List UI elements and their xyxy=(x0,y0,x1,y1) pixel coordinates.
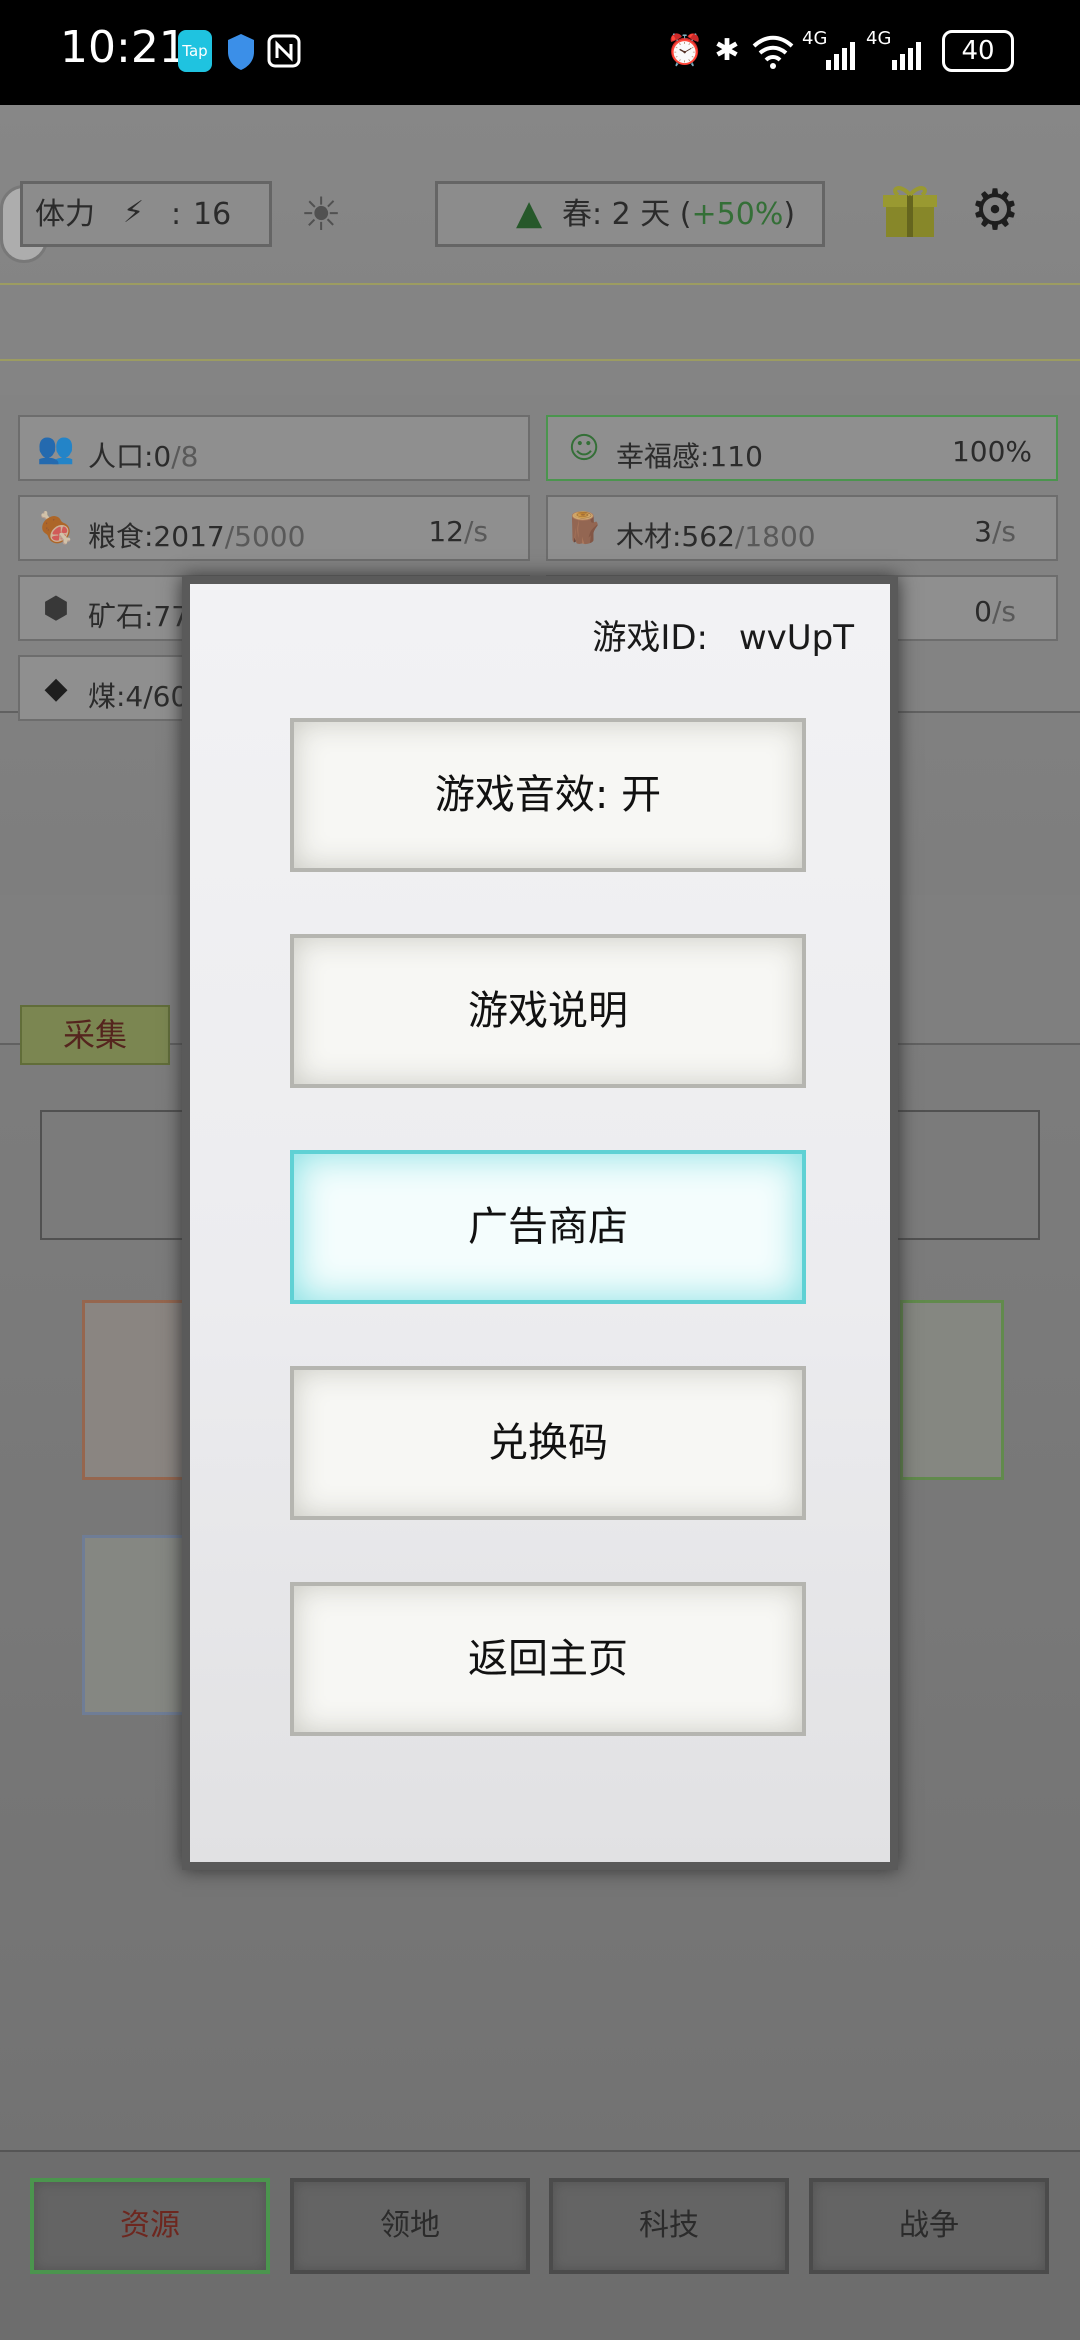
shield-icon xyxy=(224,30,258,72)
tap-badge-icon: Tap xyxy=(178,30,212,72)
signal-1-icon: 4G xyxy=(802,30,862,72)
game-guide-button[interactable]: 游戏说明 xyxy=(290,934,806,1088)
wifi-icon xyxy=(750,30,796,72)
game-id-label: 游戏ID: xyxy=(592,618,709,658)
return-home-button[interactable]: 返回主页 xyxy=(290,1582,806,1736)
battery-icon: 40 xyxy=(942,30,1014,72)
settings-dialog: 游戏ID: wvUpT 游戏音效: 开 游戏说明 广告商店 兑换码 返回主页 xyxy=(182,576,898,1870)
game-id-row: 游戏ID: wvUpT xyxy=(592,610,854,659)
signal-2-icon: 4G xyxy=(866,30,930,72)
alarm-icon: ⏰ xyxy=(666,33,704,68)
clock: 10:21 xyxy=(60,22,187,73)
redeem-code-button[interactable]: 兑换码 xyxy=(290,1366,806,1520)
status-bar: 10:21 Tap ⏰ ✱ 4G 4G 40 xyxy=(0,0,1080,105)
bluetooth-icon: ✱ xyxy=(714,33,740,68)
sound-toggle-button[interactable]: 游戏音效: 开 xyxy=(290,718,806,872)
nfc-icon xyxy=(266,30,302,72)
game-id-value: wvUpT xyxy=(738,618,854,658)
ad-shop-button[interactable]: 广告商店 xyxy=(290,1150,806,1304)
